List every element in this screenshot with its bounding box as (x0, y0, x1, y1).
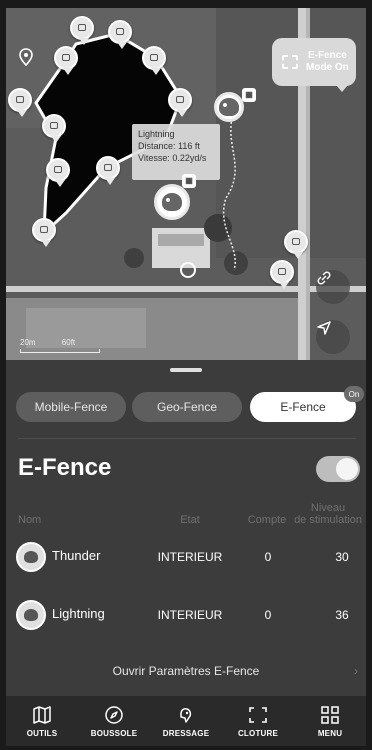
nav-dressage-label: DRESSAGE (162, 728, 210, 738)
dog-avatar (16, 600, 46, 630)
grid-menu-icon (319, 705, 341, 725)
column-header-state: Etat (180, 514, 200, 526)
efence-badge-line2: Mode On (306, 62, 349, 73)
location-pin-icon[interactable] (18, 48, 52, 82)
dog-name: Lightning (52, 606, 105, 621)
on-badge: On (344, 386, 364, 402)
collar-badge-icon: ▦ (182, 174, 196, 188)
fence-point-pin[interactable] (42, 114, 66, 143)
dog-level: 36 (335, 608, 349, 622)
fence-point-pin[interactable] (70, 16, 94, 45)
scale-label-ft: 60ft (61, 338, 76, 347)
tab-mobile-fence[interactable]: Mobile-Fence (16, 392, 126, 422)
dog-count: 0 (264, 550, 272, 564)
satellite-map[interactable]: E-Fence Mode On ▦ Lightning Distance: 11… (6, 8, 366, 360)
table-row[interactable]: Thunder INTERIEUR 0 30 (16, 542, 364, 574)
bottom-nav: OUTILS BOUSSOLE DRESSAGE CLOTURE MENU (6, 696, 366, 746)
nav-dressage[interactable]: DRESSAGE (150, 696, 222, 746)
table-row[interactable]: Lightning INTERIEUR 0 36 (16, 600, 364, 632)
dog-info-tooltip: Lightning Distance: 116 ft Vitesse: 0.22… (132, 124, 220, 180)
fence-point-pin[interactable] (96, 156, 120, 185)
tab-e-fence[interactable]: E-Fence (250, 392, 356, 422)
page-title: E-Fence (18, 454, 112, 481)
dog-level: 30 (335, 550, 349, 564)
fence-frame-icon (247, 705, 269, 725)
compass-icon (103, 705, 125, 725)
nav-cloture[interactable]: CLOTURE (222, 696, 294, 746)
map-scale: 20m 60ft (20, 338, 100, 353)
fence-point-pin[interactable] (32, 218, 56, 247)
drag-handle[interactable] (170, 368, 202, 372)
toggle-knob (336, 458, 358, 480)
tooltip-speed: Vitesse: 0.22yd/s (138, 153, 207, 163)
efence-badge-line1: E-Fence (307, 50, 347, 61)
training-icon (175, 705, 197, 725)
efence-panel: Mobile-Fence Geo-Fence E-Fence On E-Fenc… (6, 360, 366, 696)
nav-outils[interactable]: OUTILS (6, 696, 78, 746)
chevron-right-icon: › (354, 664, 358, 678)
nav-cloture-label: CLOTURE (237, 728, 279, 738)
scale-label-m: 20m (20, 338, 36, 347)
open-efence-settings-link[interactable]: Ouvrir Paramètres E-Fence › (6, 664, 366, 678)
nav-boussole-label: BOUSSOLE (90, 728, 138, 738)
fence-point-pin[interactable] (8, 88, 32, 117)
divider (18, 438, 356, 439)
nav-outils-label: OUTILS (26, 728, 58, 738)
dog-marker-thunder[interactable] (214, 92, 244, 122)
fence-point-pin[interactable] (284, 230, 308, 259)
column-header-level-line2: de stimulation (294, 514, 362, 526)
dog-state: INTERIEUR (157, 550, 223, 564)
collar-badge-icon: ▦ (242, 88, 256, 102)
tooltip-distance: Distance: 116 ft (138, 141, 200, 151)
fence-frame-icon (282, 55, 298, 69)
tab-mobile-fence-label: Mobile-Fence (34, 400, 108, 414)
column-header-count: Compte (247, 514, 287, 526)
nav-boussole[interactable]: BOUSSOLE (78, 696, 150, 746)
dog-head-icon (162, 193, 182, 211)
efence-mode-badge[interactable]: E-Fence Mode On (272, 38, 356, 92)
tooltip-dog-name: Lightning (138, 129, 175, 139)
dog-head-icon (219, 98, 239, 116)
column-header-name: Nom (18, 514, 42, 526)
column-header-level-line1: Niveau (310, 502, 346, 514)
column-header-level: Niveau de stimulation (292, 502, 364, 526)
navigation-arrow-icon[interactable] (316, 320, 350, 354)
dog-avatar (16, 542, 46, 572)
fence-point-pin[interactable] (142, 46, 166, 75)
nav-menu[interactable]: MENU (294, 696, 366, 746)
fence-point-pin[interactable] (108, 20, 132, 49)
map-icon (31, 705, 53, 725)
tab-geo-fence-label: Geo-Fence (156, 400, 218, 414)
dog-name: Thunder (52, 548, 101, 563)
dog-marker-lightning[interactable] (154, 184, 190, 220)
fence-point-pin[interactable] (54, 46, 78, 75)
tab-e-fence-label: E-Fence (280, 400, 326, 414)
dog-count: 0 (264, 608, 272, 622)
dog-state: INTERIEUR (157, 608, 223, 622)
fence-point-pin[interactable] (270, 260, 294, 289)
open-efence-settings-label: Ouvrir Paramètres E-Fence (112, 664, 260, 678)
link-icon[interactable] (316, 270, 350, 304)
nav-menu-label: MENU (317, 728, 343, 738)
efence-toggle[interactable] (316, 456, 360, 482)
fence-point-pin[interactable] (168, 88, 192, 117)
fence-point-pin[interactable] (46, 158, 70, 187)
tab-geo-fence[interactable]: Geo-Fence (132, 392, 242, 422)
